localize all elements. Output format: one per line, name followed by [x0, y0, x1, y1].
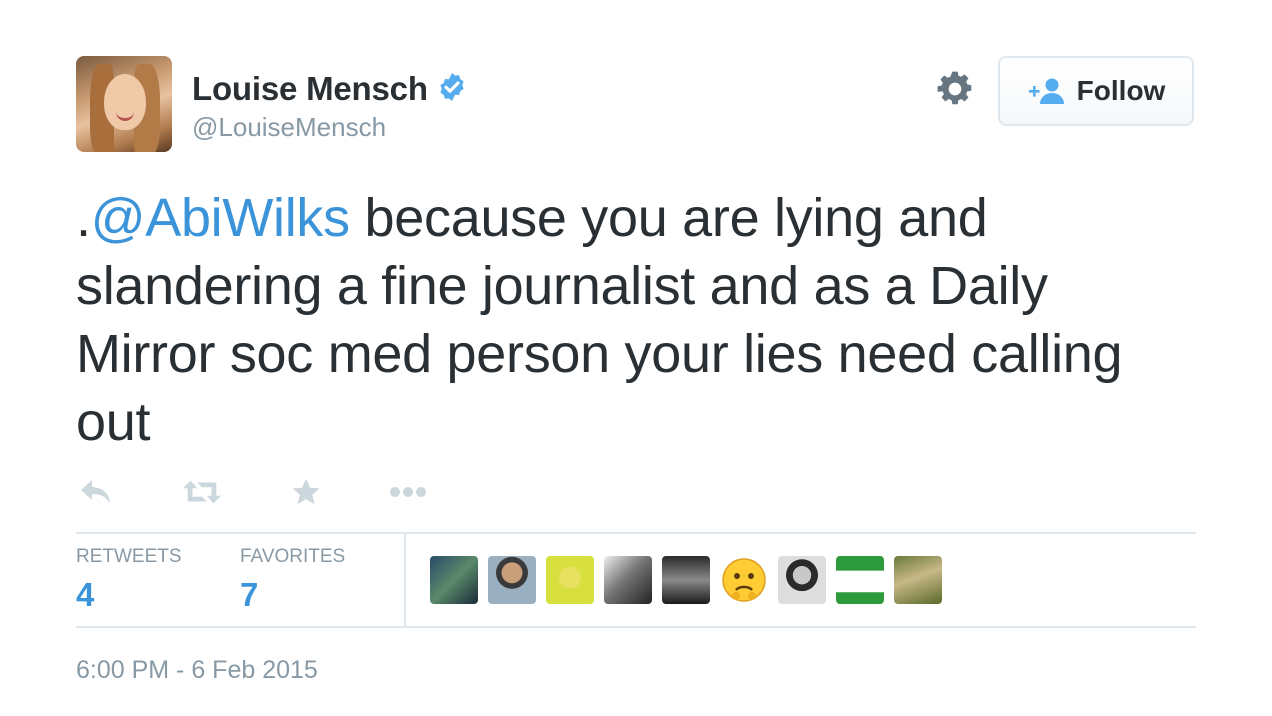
- user-avatar[interactable]: [894, 556, 942, 604]
- display-name[interactable]: Louise Mensch: [192, 70, 428, 108]
- verified-badge-icon: [440, 73, 464, 101]
- retweets-label: RETWEETS: [76, 546, 182, 567]
- emoji-avatar[interactable]: [720, 556, 768, 604]
- retweets-count: 4: [76, 576, 95, 613]
- retweets-stat[interactable]: RETWEETS 4: [76, 546, 182, 614]
- user-avatar[interactable]: [604, 556, 652, 604]
- screen-name[interactable]: @LouiseMensch: [192, 112, 468, 143]
- user-avatar[interactable]: [546, 556, 594, 604]
- profile-avatar[interactable]: [76, 56, 172, 152]
- more-button[interactable]: [388, 474, 428, 510]
- favorite-button[interactable]: [286, 474, 326, 510]
- mention-link[interactable]: @AbiWilks: [91, 188, 350, 248]
- reply-button[interactable]: [76, 474, 116, 510]
- retweet-icon: [182, 480, 222, 504]
- gear-icon[interactable]: [936, 70, 974, 108]
- tweet-card: Louise Mensch @LouiseMensch Follow .@Abi…: [0, 0, 1272, 716]
- favoriters-list: [430, 556, 952, 604]
- user-avatar[interactable]: [662, 556, 710, 604]
- star-icon: [292, 478, 320, 505]
- follow-button[interactable]: Follow: [998, 56, 1194, 126]
- favorites-count: 7: [240, 576, 259, 613]
- stats-bottom-divider: [76, 626, 1196, 628]
- user-avatar[interactable]: [778, 556, 826, 604]
- favorites-label: FAVORITES: [240, 546, 346, 567]
- tweet-actions: [76, 474, 428, 510]
- retweet-button[interactable]: [182, 474, 222, 510]
- avatar-face: [104, 74, 146, 130]
- tweet-prefix: .: [76, 188, 91, 248]
- stats-top-divider: [76, 532, 1196, 534]
- favorites-stat[interactable]: FAVORITES 7: [240, 546, 345, 614]
- stats-separator: [404, 534, 406, 626]
- user-name-block[interactable]: Louise Mensch @LouiseMensch: [192, 70, 468, 143]
- tweet-timestamp[interactable]: 6:00 PM - 6 Feb 2015: [76, 656, 318, 685]
- user-avatar[interactable]: [836, 556, 884, 604]
- more-icon: [390, 487, 426, 497]
- follow-label: Follow: [1076, 75, 1166, 106]
- user-avatar[interactable]: [488, 556, 536, 604]
- worried-face-icon: [722, 558, 766, 602]
- tweet-text: .@AbiWilks because you are lying and sla…: [76, 184, 1196, 456]
- user-avatar[interactable]: [430, 556, 478, 604]
- reply-icon: [81, 480, 110, 503]
- follow-user-icon: [1028, 78, 1064, 104]
